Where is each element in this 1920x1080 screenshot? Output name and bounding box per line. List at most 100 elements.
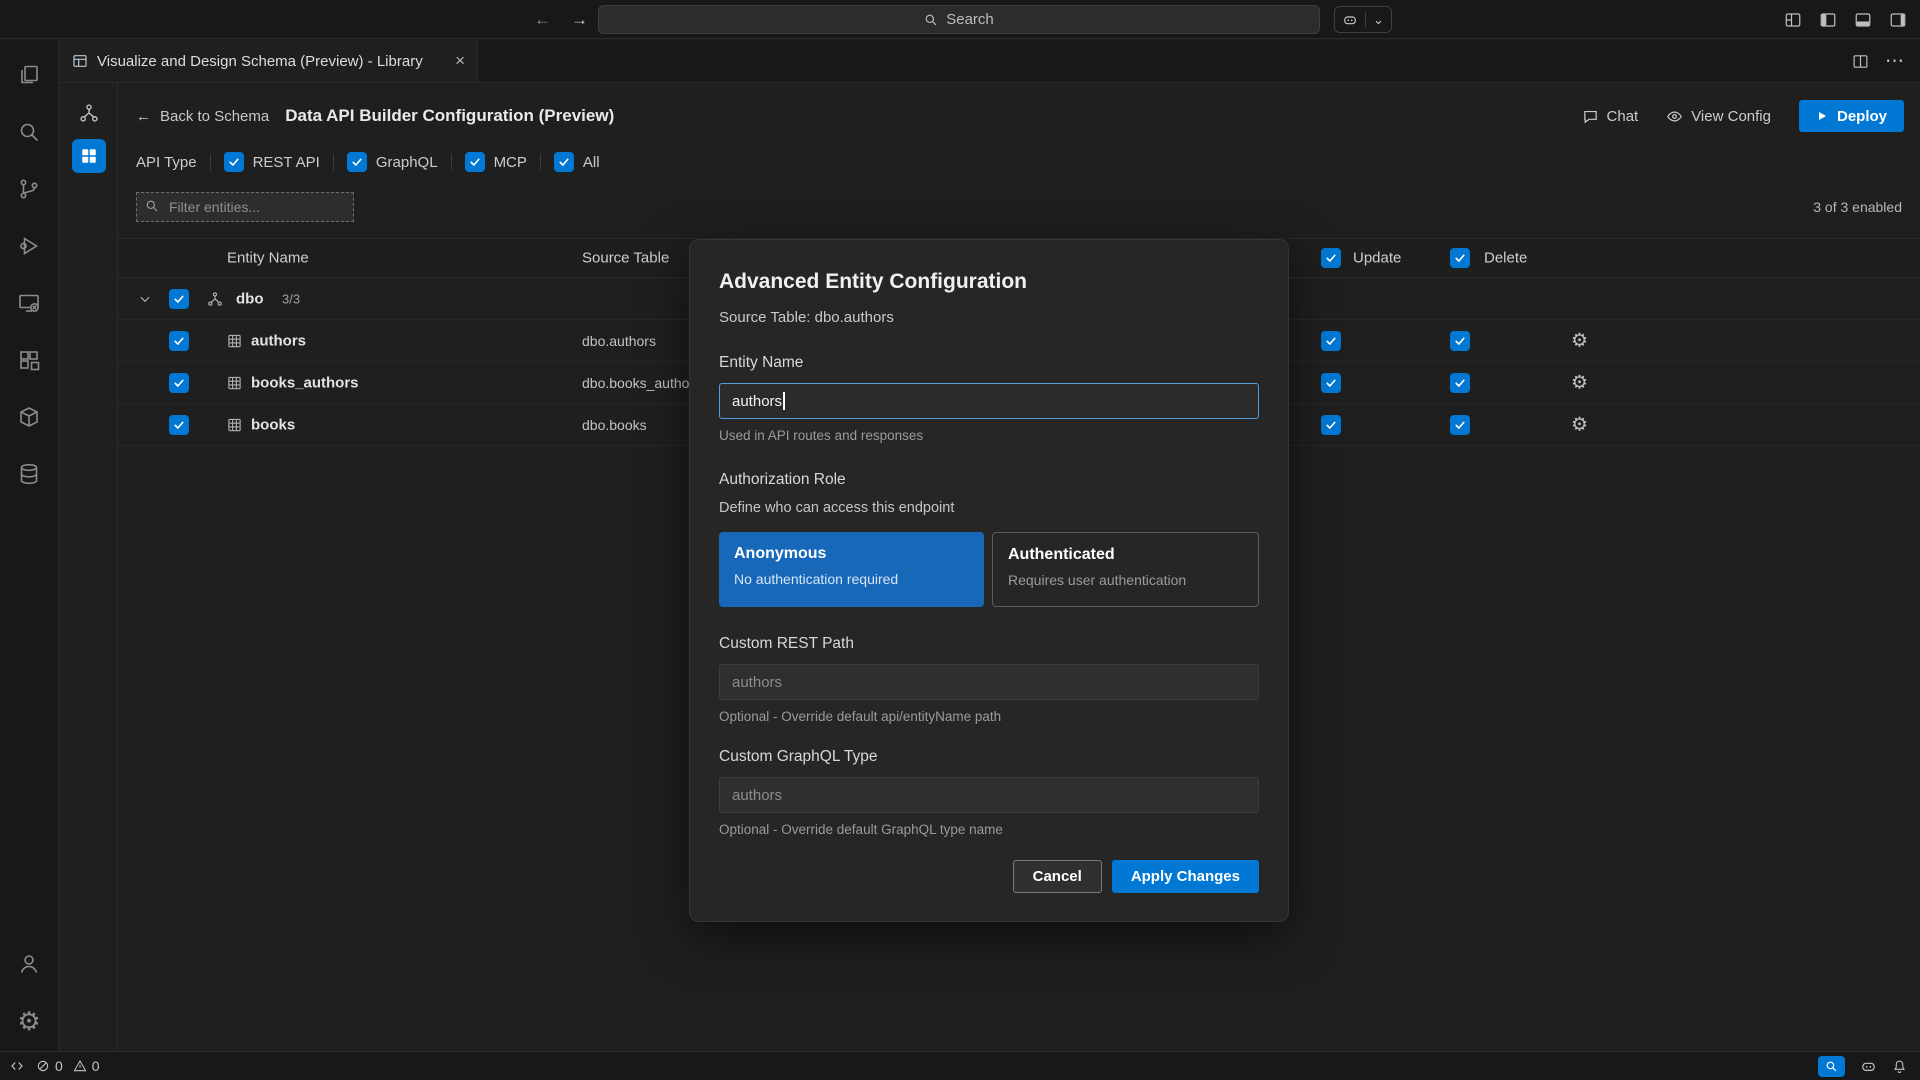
- authenticated-title: Authenticated: [1008, 546, 1243, 564]
- schema-storage-icon[interactable]: [5, 445, 53, 502]
- dialog-title: Advanced Entity Configuration: [719, 270, 1259, 294]
- row-checkbox[interactable]: [169, 415, 189, 435]
- cancel-button[interactable]: Cancel: [1013, 860, 1102, 893]
- status-bar: 0 0: [0, 1051, 1920, 1080]
- tab-close-icon[interactable]: ×: [455, 51, 465, 71]
- history-back-button[interactable]: ←: [534, 10, 551, 30]
- explorer-icon[interactable]: [5, 46, 53, 103]
- play-icon: [1816, 110, 1828, 122]
- toggle-secondary-sidebar-icon[interactable]: [1889, 11, 1907, 29]
- all-checkbox[interactable]: [554, 152, 574, 172]
- activity-bar-bottom: ⚙: [5, 935, 53, 1049]
- entity-settings-icon[interactable]: ⚙: [1571, 373, 1588, 392]
- delete-all-checkbox[interactable]: [1450, 248, 1470, 268]
- custom-rest-path-help: Optional - Override default api/entityNa…: [719, 709, 1259, 724]
- tab-visualize-design-schema[interactable]: Visualize and Design Schema (Preview) - …: [60, 40, 478, 82]
- page-header: ← Back to Schema Data API Builder Config…: [118, 89, 1920, 143]
- filter-search-icon: [145, 199, 159, 213]
- custom-graphql-type-input[interactable]: [719, 777, 1259, 813]
- custom-rest-path-input[interactable]: [719, 664, 1259, 700]
- titlebar: ← → Search ⌄: [0, 0, 1920, 39]
- toggle-primary-sidebar-icon[interactable]: [1819, 11, 1837, 29]
- update-checkbox[interactable]: [1321, 373, 1341, 393]
- entity-filter-input[interactable]: [136, 192, 354, 222]
- notifications-bell-icon[interactable]: [1892, 1059, 1907, 1074]
- remote-explorer-icon[interactable]: [5, 274, 53, 331]
- mcp-checkbox[interactable]: [465, 152, 485, 172]
- filter-all[interactable]: All: [554, 152, 600, 172]
- extensions-icon[interactable]: [5, 331, 53, 388]
- split-editor-icon[interactable]: [1852, 53, 1869, 70]
- apply-changes-button[interactable]: Apply Changes: [1112, 860, 1259, 893]
- row-checkbox[interactable]: [169, 331, 189, 351]
- update-checkbox[interactable]: [1321, 415, 1341, 435]
- filter-rest-api[interactable]: REST API: [224, 152, 320, 172]
- row-checkbox[interactable]: [169, 373, 189, 393]
- table-icon: [227, 417, 242, 432]
- schema-diagram-tool-icon[interactable]: [72, 96, 106, 130]
- group-checkbox[interactable]: [169, 289, 189, 309]
- back-label: Back to Schema: [160, 108, 269, 125]
- mcp-label: MCP: [494, 154, 527, 171]
- deploy-label: Deploy: [1837, 108, 1887, 125]
- graphql-label: GraphQL: [376, 154, 438, 171]
- chevron-down-icon[interactable]: [138, 292, 152, 306]
- view-config-button[interactable]: View Config: [1666, 108, 1771, 125]
- col-entity-name: Entity Name: [227, 250, 309, 267]
- tab-title: Visualize and Design Schema (Preview) - …: [97, 53, 423, 70]
- all-label: All: [583, 154, 600, 171]
- entity-search-row: 3 of 3 enabled: [118, 192, 1920, 222]
- source-control-icon[interactable]: [5, 160, 53, 217]
- text-caret: [783, 392, 785, 410]
- tab-bar: Visualize and Design Schema (Preview) - …: [60, 40, 1920, 83]
- run-debug-icon[interactable]: [5, 217, 53, 274]
- filter-graphql[interactable]: GraphQL: [347, 152, 438, 172]
- copilot-icon: [1342, 12, 1358, 28]
- activity-bar: ⚙: [0, 40, 59, 1051]
- role-anonymous-card[interactable]: Anonymous No authentication required: [719, 532, 984, 607]
- divider: [451, 154, 452, 171]
- dialog-source-table: Source Table: dbo.authors: [719, 309, 1259, 326]
- update-all-checkbox[interactable]: [1321, 248, 1341, 268]
- more-actions-icon[interactable]: ⋯: [1885, 52, 1904, 71]
- copilot-status-icon[interactable]: [1860, 1058, 1877, 1075]
- settings-gear-icon[interactable]: ⚙: [5, 992, 53, 1049]
- command-center-search[interactable]: Search: [598, 5, 1320, 34]
- entity-settings-icon[interactable]: ⚙: [1571, 415, 1588, 434]
- database-projects-icon[interactable]: [5, 388, 53, 445]
- back-to-schema-button[interactable]: ← Back to Schema: [136, 108, 269, 125]
- copilot-menu[interactable]: ⌄: [1334, 6, 1392, 33]
- rest-api-label: REST API: [253, 154, 320, 171]
- table-designer-tool-icon[interactable]: [72, 139, 106, 173]
- group-name: dbo: [236, 290, 264, 307]
- entity-filter-wrap: [136, 192, 354, 222]
- graphql-checkbox[interactable]: [347, 152, 367, 172]
- divider: [540, 154, 541, 171]
- search-icon: [924, 13, 938, 27]
- group-count: 3/3: [282, 291, 300, 306]
- role-authenticated-card[interactable]: Authenticated Requires user authenticati…: [992, 532, 1259, 607]
- customize-layout-icon[interactable]: [1784, 11, 1802, 29]
- entity-name-label: Entity Name: [719, 354, 1259, 372]
- delete-checkbox[interactable]: [1450, 373, 1470, 393]
- toggle-panel-icon[interactable]: [1854, 11, 1872, 29]
- zoom-status-icon[interactable]: [1818, 1056, 1845, 1077]
- delete-checkbox[interactable]: [1450, 415, 1470, 435]
- rest-api-checkbox[interactable]: [224, 152, 244, 172]
- update-checkbox[interactable]: [1321, 331, 1341, 351]
- history-forward-button[interactable]: →: [571, 10, 588, 30]
- account-icon[interactable]: [5, 935, 53, 992]
- deploy-button[interactable]: Deploy: [1799, 100, 1904, 132]
- entity-name-input[interactable]: authors: [719, 383, 1259, 419]
- view-config-label: View Config: [1691, 108, 1771, 125]
- custom-rest-path-label: Custom REST Path: [719, 635, 1259, 653]
- entity-name: books_authors: [251, 374, 359, 391]
- filter-mcp[interactable]: MCP: [465, 152, 527, 172]
- entity-settings-icon[interactable]: ⚙: [1571, 331, 1588, 350]
- delete-checkbox[interactable]: [1450, 331, 1470, 351]
- remote-indicator-icon[interactable]: [10, 1059, 24, 1073]
- problems-indicator[interactable]: 0 0: [36, 1058, 100, 1074]
- search-sidebar-icon[interactable]: [5, 103, 53, 160]
- chat-button[interactable]: Chat: [1582, 108, 1639, 125]
- chevron-down-icon[interactable]: ⌄: [1373, 13, 1384, 26]
